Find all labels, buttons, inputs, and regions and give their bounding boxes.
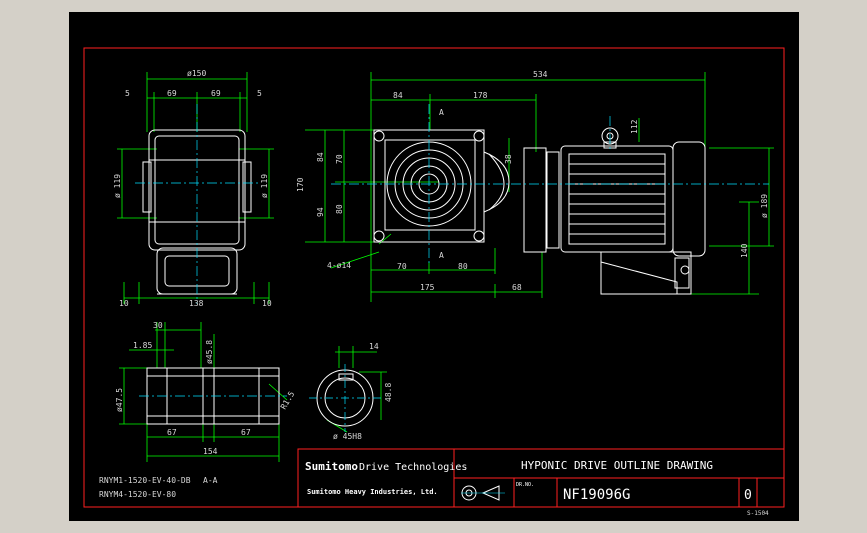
cad-viewport[interactable]: ø150 5 69 69 5 ø 119 ø 119 10 138 10 534…	[69, 12, 799, 521]
dim-84-horizontal: 84	[393, 91, 403, 100]
dim-84-vertical: 84	[316, 152, 325, 162]
section-label-aa: A-A	[203, 476, 218, 485]
sheet-code: S-1504	[747, 510, 769, 517]
dim-38: 38	[504, 154, 513, 164]
company-logo-sumitomo: Sumitomo	[305, 460, 358, 473]
revision-number: 0	[744, 488, 752, 503]
dim-170: 170	[296, 177, 305, 192]
dim-94-vertical: 94	[316, 207, 325, 217]
company-subsidiary: Sumitomo Heavy Industries, Ltd.	[307, 488, 438, 496]
drawing-canvas: ø150 5 69 69 5 ø 119 ø 119 10 138 10 534…	[83, 47, 785, 517]
model-note-2: RNYM4-1520-EV-80	[99, 490, 176, 499]
dim-10-right: 10	[262, 299, 272, 308]
title-block: Sumitomo Drive Technologies Sumitomo Hea…	[297, 448, 785, 508]
dim-70-horizontal: 70	[397, 262, 407, 271]
dim-diam-150: ø150	[187, 69, 206, 78]
dim-68: 68	[512, 283, 522, 292]
model-note-1: RNYM1-1520-EV-40-DB	[99, 476, 191, 485]
dim-10-left: 10	[119, 299, 129, 308]
dim-r-1-5: R1.5	[279, 390, 297, 411]
dim-30: 30	[153, 321, 163, 330]
dim-80-vertical: 80	[335, 204, 344, 214]
dim-140: 140	[740, 243, 749, 258]
drawing-border	[83, 47, 785, 508]
dim-hole-4x14: 4-ø14	[327, 261, 351, 270]
dim-5-right: 5	[257, 89, 262, 98]
dim-bore-45h8: ø 45H8	[333, 432, 362, 441]
dim-67-right: 67	[241, 428, 251, 437]
dim-112: 112	[630, 119, 639, 134]
dim-154: 154	[203, 447, 218, 456]
dim-534: 534	[533, 70, 548, 79]
dim-70-vertical: 70	[335, 154, 344, 164]
dim-138: 138	[189, 299, 204, 308]
dim-diam-189: ø 189	[760, 194, 769, 218]
drawing-number: NF19096G	[563, 487, 630, 503]
dim-diam-45-8: ø45.8	[205, 340, 214, 364]
dim-175: 175	[420, 283, 435, 292]
projection-symbol-icon	[461, 485, 505, 501]
drawing-number-label: DR.NO.	[516, 482, 534, 488]
drawing-title: HYPONIC DRIVE OUTLINE DRAWING	[521, 459, 713, 472]
dim-80-horizontal: 80	[458, 262, 468, 271]
dim-48-8: 48.8	[384, 383, 393, 402]
dim-diam-119-right: ø 119	[260, 174, 269, 198]
section-aa-view: 14 48.8 ø 45H8	[309, 342, 393, 441]
dim-69-right: 69	[211, 89, 221, 98]
shaft-view: 30 1.85 ø45.8 ø47.5 R1.5 67 67 154	[115, 321, 296, 462]
dim-14: 14	[369, 342, 379, 351]
front-view: 534 84 178 A A 84 70 170 94 80 38 4-ø14 …	[296, 70, 774, 302]
dim-67-left: 67	[167, 428, 177, 437]
dim-178: 178	[473, 91, 488, 100]
dim-diam-47-5: ø47.5	[115, 388, 124, 412]
company-logo-drive-tech: Drive Technologies	[359, 462, 467, 473]
top-view: ø150 5 69 69 5 ø 119 ø 119 10 138 10	[113, 69, 274, 308]
dim-5-left: 5	[125, 89, 130, 98]
dim-1-85: 1.85	[133, 341, 152, 350]
section-a-bottom: A	[439, 251, 444, 260]
dim-69-left: 69	[167, 89, 177, 98]
section-a-top: A	[439, 108, 444, 117]
dim-diam-119-left: ø 119	[113, 174, 122, 198]
